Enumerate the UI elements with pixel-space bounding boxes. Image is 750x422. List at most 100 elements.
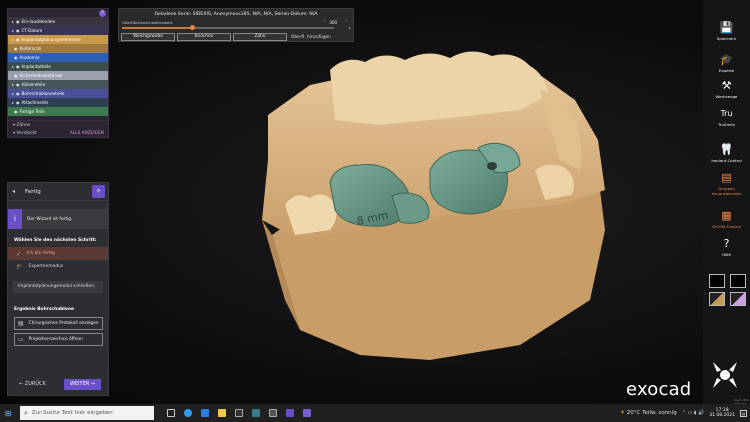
checkmark-icon: ✓: [16, 249, 22, 258]
visibility-icon[interactable]: ◉: [14, 71, 18, 80]
object-row[interactable]: ▸ ◉ CT-Datum: [8, 26, 108, 35]
collapse-icon[interactable]: ◂: [12, 188, 20, 196]
edge-icon[interactable]: [184, 409, 192, 417]
bone-button[interactable]: Knochen: [177, 33, 231, 41]
soft-tissue-button[interactable]: Weichgewebe: [121, 33, 175, 41]
object-list: ▸ ◉ Ein-/ausblenden ▸ ◉ CT-Datum ▸ ◉ Implantatpl…: [8, 17, 108, 116]
toolbar-label: TruSmile: [718, 122, 735, 127]
visibility-icon[interactable]: ◉: [16, 80, 20, 89]
visibility-icon[interactable]: ◉: [14, 44, 18, 53]
help-icon[interactable]: ?: [99, 10, 106, 17]
visibility-icon[interactable]: ◉: [16, 17, 20, 26]
3d-viewport[interactable]: 8 mm: [0, 0, 750, 404]
jaw-scan-model[interactable]: 8 mm: [0, 0, 750, 404]
threshold-decrease-button[interactable]: ‹: [323, 19, 325, 24]
expand-arrow-icon[interactable]: ▸: [12, 35, 14, 44]
implant-icon: 🦷: [719, 143, 734, 156]
view-swatch-4[interactable]: [730, 292, 746, 306]
toolbar-graduation-cap-button[interactable]: 🎓 Experte: [703, 54, 750, 74]
app-icon-3[interactable]: [269, 409, 277, 417]
teeth-row[interactable]: ▾ Zähne: [8, 120, 108, 129]
toolbar-label: Experte: [718, 68, 735, 73]
toolbar-help-button[interactable]: ? Hilfe: [703, 238, 750, 258]
tooth-button[interactable]: Zahn: [233, 33, 287, 41]
option-expert-mode[interactable]: 🎓 Expertenmodus: [8, 260, 108, 273]
object-row[interactable]: ▸ ◉ Bohrschablonenteile: [8, 89, 108, 98]
toolbar-dicom-button[interactable]: ▦ DICOM-Control: [703, 210, 750, 230]
visibility-icon[interactable]: ◉: [14, 107, 18, 116]
object-row[interactable]: ▸ ◉ Hülsenteile: [8, 80, 108, 89]
view-swatch-1[interactable]: [709, 274, 725, 288]
windows-start-icon[interactable]: ⊞: [0, 409, 16, 418]
folder-icon: ▭: [18, 336, 24, 343]
view-swatch-3[interactable]: [709, 292, 725, 306]
results-label: Ergebnis Bohrschablone: [14, 307, 74, 312]
weather-widget[interactable]: ☀ 20°C Teilw. sonnig: [620, 410, 677, 416]
store-icon[interactable]: [201, 409, 209, 417]
visibility-icon[interactable]: ◉: [16, 89, 20, 98]
search-placeholder: Zur Suche Text hier eingeben: [31, 410, 113, 416]
app-icon-1[interactable]: [235, 409, 243, 417]
exocad-app-icon-2[interactable]: [303, 409, 311, 417]
object-row-label: Fertige Teile: [19, 109, 45, 114]
expand-arrow-icon[interactable]: ▸: [12, 98, 14, 107]
visibility-icon[interactable]: ◉: [16, 26, 20, 35]
windows-taskbar: ⊞ ⌕ Zur Suche Text hier eingeben ☀ 20°C …: [0, 404, 750, 422]
object-row-label: Anatomie: [19, 55, 40, 60]
surgical-protocol-button[interactable]: ▤ Chirurgisches Protokoll anzeigen: [14, 317, 103, 330]
task-view-icon[interactable]: [167, 409, 175, 417]
object-row-label: Implantatteile: [21, 64, 51, 69]
next-button[interactable]: WEITER →: [63, 379, 101, 390]
option-finished[interactable]: ✓ Ich bin fertig: [8, 247, 108, 260]
notification-icon[interactable]: ▤: [740, 409, 747, 417]
object-row[interactable]: ◉ Anatomie: [8, 53, 108, 62]
toolbar-label: Werkzeuge: [715, 94, 738, 99]
object-row[interactable]: ▸ ◉ Attachments: [8, 98, 108, 107]
close-module-message: Implantatplanungsmodul schließen.: [13, 281, 103, 293]
document-icon: ▤: [18, 320, 24, 327]
exocad-app-icon[interactable]: [286, 409, 294, 417]
object-row[interactable]: ◉ Sicherheitsabstände: [8, 71, 108, 80]
object-row[interactable]: ▸ ◉ Implantatplanungselemente: [8, 35, 108, 44]
visibility-icon[interactable]: ◉: [14, 53, 18, 62]
file-explorer-icon[interactable]: [218, 409, 226, 417]
threshold-slider-handle[interactable]: [189, 25, 195, 30]
object-row-label: Implantatplanungselemente: [21, 37, 81, 42]
expand-arrow-icon[interactable]: ▸: [12, 26, 14, 35]
expand-arrow-icon[interactable]: ▸: [12, 62, 14, 71]
visibility-icon[interactable]: ◉: [16, 62, 20, 71]
object-row[interactable]: ◉ Kieferscan: [8, 44, 108, 53]
threshold-increase-button[interactable]: ›: [345, 19, 347, 24]
object-row[interactable]: ▸ ◉ Implantatteile: [8, 62, 108, 71]
expand-chevron-icon[interactable]: ›: [349, 25, 351, 32]
visibility-icon[interactable]: ◉: [16, 98, 20, 107]
info-message: i Der Wizard ist fertig.: [8, 209, 108, 229]
threshold-slider-fill: [122, 27, 192, 29]
expand-arrow-icon[interactable]: ▸: [12, 80, 14, 89]
back-button[interactable]: ← ZURÜCK: [15, 379, 50, 390]
app-icon-2[interactable]: [252, 409, 260, 417]
right-toolbar: 💾 Speichern 🎓 Experte ⚒ Werkzeuge Tru TruSmile 🦷…: [703, 0, 750, 404]
series-info-bar: Geladene Serie: SIDEXIS, Anonymous185, N…: [118, 8, 354, 42]
show-all-link[interactable]: ALLE ANZEIGEN: [70, 129, 104, 138]
exocad-logo-mark: [713, 362, 737, 388]
toolbar-save-button[interactable]: 💾 Speichern: [703, 22, 750, 42]
visibility-icon[interactable]: ◉: [16, 35, 20, 44]
view-swatch-2[interactable]: [730, 274, 746, 288]
hidden-row[interactable]: ▾ Versteckt ALLE ANZEIGEN: [8, 129, 108, 138]
open-project-folder-button[interactable]: ▭ Projektverzeichnis öffnen: [14, 333, 103, 346]
system-tray-icons[interactable]: ⌃ ▭ ◖ 🔊: [682, 410, 705, 416]
add-surface-button[interactable]: Oberfl. hinzufügen: [291, 35, 331, 40]
threshold-slider[interactable]: [122, 25, 334, 30]
clock[interactable]: 17:18 31.08.2021: [709, 408, 735, 418]
toolbar-implant-button[interactable]: 🦷 Implant-Control: [703, 143, 750, 164]
expand-arrow-icon[interactable]: ▸: [12, 89, 14, 98]
toolbar-groups-button[interactable]: ▤ Gruppen ein/ausblenden: [703, 172, 750, 197]
expand-arrow-icon[interactable]: ▸: [12, 17, 14, 26]
tools-icon: ⚒: [721, 79, 732, 92]
object-row[interactable]: ▸ ◉ Ein-/ausblenden: [8, 17, 108, 26]
toolbar-tools-button[interactable]: ⚒ Werkzeuge: [703, 79, 750, 100]
object-row[interactable]: ◉ Fertige Teile: [8, 107, 108, 116]
taskbar-search[interactable]: ⌕ Zur Suche Text hier eingeben: [20, 406, 154, 420]
toolbar-trusmile-button[interactable]: Tru TruSmile: [703, 108, 750, 127]
